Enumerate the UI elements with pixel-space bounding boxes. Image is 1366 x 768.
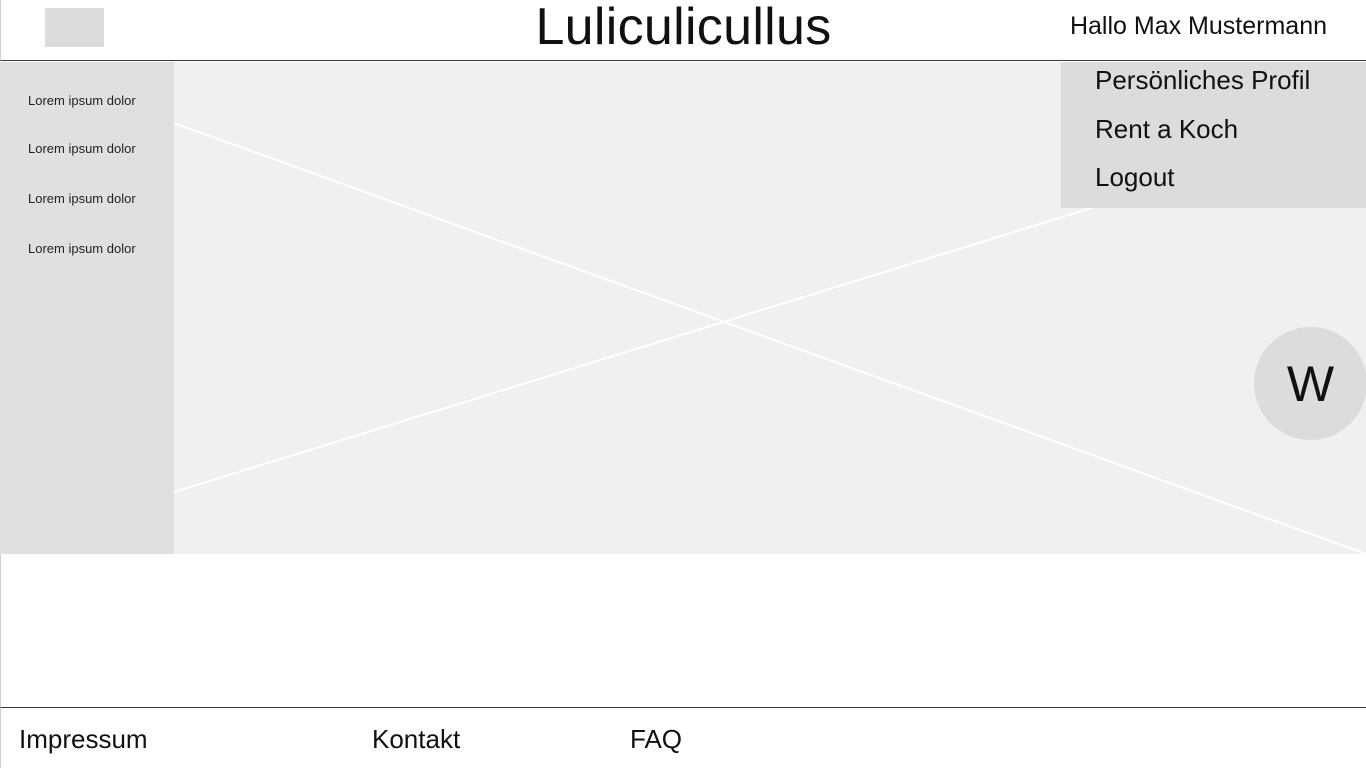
menu-item-profile[interactable]: Persönliches Profil xyxy=(1095,65,1310,95)
footer-link-kontakt[interactable]: Kontakt xyxy=(372,724,460,754)
sidebar-item[interactable]: Lorem ipsum dolor xyxy=(28,93,136,108)
sidebar-item[interactable]: Lorem ipsum dolor xyxy=(28,141,136,156)
menu-item-logout[interactable]: Logout xyxy=(1095,162,1175,192)
user-greeting[interactable]: Hallo Max Mustermann xyxy=(1070,11,1327,41)
floating-action-button[interactable]: W xyxy=(1254,327,1366,440)
footer-link-faq[interactable]: FAQ xyxy=(630,724,682,754)
user-dropdown-menu: Persönliches Profil Rent a Koch Logout xyxy=(1061,62,1366,208)
menu-item-rent-a-koch[interactable]: Rent a Koch xyxy=(1095,114,1238,144)
footer: Impressum Kontakt FAQ xyxy=(0,707,1366,768)
footer-link-impressum[interactable]: Impressum xyxy=(19,724,148,754)
sidebar-item[interactable]: Lorem ipsum dolor xyxy=(28,241,136,256)
sidebar: Lorem ipsum dolor Lorem ipsum dolor Lore… xyxy=(0,62,174,554)
sidebar-item[interactable]: Lorem ipsum dolor xyxy=(28,191,136,206)
header: Luliculicullus Hallo Max Mustermann xyxy=(0,0,1366,61)
content-area xyxy=(0,554,1366,708)
